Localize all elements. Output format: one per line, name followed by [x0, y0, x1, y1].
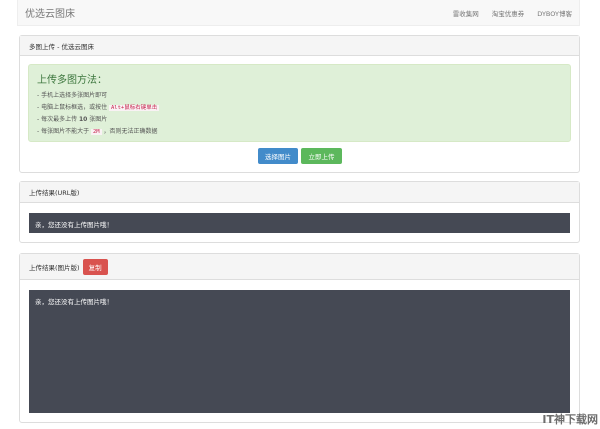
- image-result-output[interactable]: 亲，您还没有上传图片哦！: [29, 290, 570, 413]
- url-result-output[interactable]: 亲，您还没有上传图片哦！: [29, 213, 570, 233]
- alert-heading: 上传多图方法：: [37, 75, 107, 86]
- panel-heading: 上传结果(图片版) 复制: [20, 254, 579, 280]
- tip: - 每张图片不能大于 2M ，否则无法正确数据: [37, 127, 158, 135]
- nav-link[interactable]: 淘宝优惠券: [492, 8, 525, 18]
- copy-button[interactable]: 复制: [82, 258, 108, 275]
- panel-heading: 多图上传 - 优选云图床: [20, 36, 579, 56]
- tip: - 每次最多上传 10 张图片: [37, 116, 108, 123]
- select-images-button[interactable]: 选择图片: [258, 148, 298, 164]
- instructions-alert: 上传多图方法： - 手机上选择多张图片即可 - 电脑上鼠标框选，或按住 Alt+…: [28, 64, 571, 142]
- watermark-logo: IT神下载网: [542, 413, 598, 426]
- upload-now-button[interactable]: 立即上传: [301, 148, 342, 164]
- panel-title: 上传结果(图片版): [29, 263, 80, 272]
- tip: - 手机上选择多张图片即可: [37, 92, 108, 99]
- url-result-panel: 上传结果(URL版) 亲，您还没有上传图片哦！: [19, 181, 580, 243]
- nav-link[interactable]: 雷收集网: [453, 8, 479, 18]
- image-result-panel: 上传结果(图片版) 复制 亲，您还没有上传图片哦！: [19, 253, 580, 423]
- navbar: 优选云图床 雷收集网 淘宝优惠券 DYBOY博客: [17, 0, 580, 26]
- multi-upload-panel: 多图上传 - 优选云图床 上传多图方法： - 手机上选择多张图片即可 - 电脑上…: [19, 35, 580, 173]
- brand[interactable]: 优选云图床: [25, 5, 75, 20]
- nav-link[interactable]: DYBOY博客: [537, 8, 572, 18]
- panel-heading: 上传结果(URL版): [20, 182, 579, 203]
- tip: - 电脑上鼠标框选，或按住 Alt+鼠标右键单击: [37, 103, 160, 111]
